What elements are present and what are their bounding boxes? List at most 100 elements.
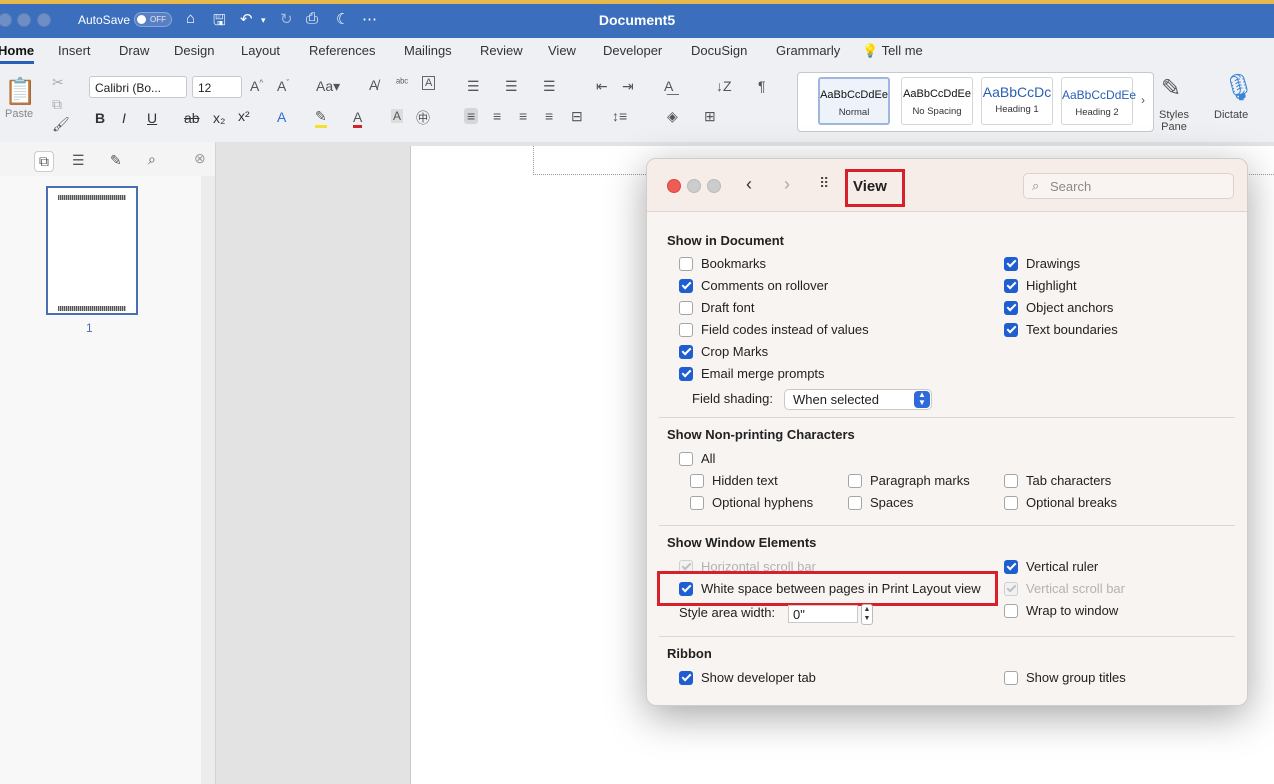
search-input[interactable]: ⌕ Search xyxy=(1023,173,1234,199)
character-shading-icon[interactable]: A xyxy=(391,109,404,123)
text-effects-icon[interactable]: A xyxy=(277,109,286,125)
subscript-icon[interactable]: x₂ xyxy=(213,110,225,126)
superscript-icon[interactable]: x² xyxy=(238,108,250,124)
forward-icon[interactable]: › xyxy=(784,174,790,195)
character-border-icon[interactable]: A xyxy=(422,76,436,90)
underline-icon[interactable]: U xyxy=(147,110,157,126)
style-heading-1[interactable]: AaBbCcDc Heading 1 xyxy=(981,77,1053,125)
decrease-indent-icon[interactable]: ⇤ xyxy=(596,78,608,95)
tab-review[interactable]: Review xyxy=(480,43,523,58)
asian-layout-icon[interactable]: A͟ xyxy=(664,78,673,94)
email-merge-prompts-checkbox[interactable]: Email merge prompts xyxy=(679,366,825,381)
font-size-select[interactable]: 12 xyxy=(192,76,242,98)
align-left-icon[interactable]: ≡ xyxy=(464,108,479,124)
style-area-width-input[interactable]: 0" xyxy=(788,605,858,623)
shrink-font-icon[interactable]: Aˇ xyxy=(277,78,289,94)
tab-insert[interactable]: Insert xyxy=(58,43,91,58)
thumbnails-icon[interactable]: ⧉ xyxy=(34,151,54,172)
tab-layout[interactable]: Layout xyxy=(241,43,280,58)
align-center-icon[interactable]: ≡ xyxy=(493,108,501,124)
font-color-icon[interactable]: A xyxy=(353,109,363,128)
tab-mailings[interactable]: Mailings xyxy=(404,43,452,58)
gallery-next-icon[interactable]: › xyxy=(1141,93,1145,107)
bold-icon[interactable]: B xyxy=(95,110,105,126)
optional-hyphens-checkbox[interactable]: Optional hyphens xyxy=(690,495,813,510)
align-right-icon[interactable]: ≡ xyxy=(519,108,527,124)
borders-icon[interactable]: ⊞ xyxy=(704,108,716,125)
shading-icon[interactable]: ◈ xyxy=(667,108,678,125)
change-case-icon[interactable]: Aa▾ xyxy=(316,78,340,95)
paragraph-marks-checkbox[interactable]: Paragraph marks xyxy=(848,473,970,488)
italic-icon[interactable]: I xyxy=(122,110,126,126)
tab-developer[interactable]: Developer xyxy=(603,43,662,58)
tab-characters-checkbox[interactable]: Tab characters xyxy=(1004,473,1111,488)
crop-marks-checkbox[interactable]: Crop Marks xyxy=(679,344,768,359)
tab-references[interactable]: References xyxy=(309,43,375,58)
style-heading-2[interactable]: AaBbCcDdEe Heading 2 xyxy=(1061,77,1136,125)
checkbox-box xyxy=(690,473,704,488)
field-shading-select[interactable]: When selected ▲ ▼ xyxy=(784,389,932,410)
sort-icon[interactable]: ↓Z xyxy=(716,78,732,94)
line-spacing-icon[interactable]: ↕≡ xyxy=(612,108,627,124)
dialog-minimize-button[interactable] xyxy=(687,179,701,193)
thumbnail-scrollbar[interactable] xyxy=(201,176,215,784)
dictate-label[interactable]: Dictate xyxy=(1214,109,1248,121)
style-no-spacing[interactable]: AaBbCcDdEe No Spacing xyxy=(901,77,973,125)
justify-icon[interactable]: ≡ xyxy=(545,108,553,124)
grow-font-icon[interactable]: A^ xyxy=(250,78,263,94)
show-formatting-marks-icon[interactable]: ¶ xyxy=(758,78,766,94)
dialog-zoom-button[interactable] xyxy=(707,179,721,193)
field-codes-checkbox[interactable]: Field codes instead of values xyxy=(679,322,869,337)
distributed-icon[interactable]: ⊟ xyxy=(571,108,583,125)
optional-breaks-checkbox[interactable]: Optional breaks xyxy=(1004,495,1117,510)
strikethrough-icon[interactable]: ab xyxy=(184,110,200,126)
comments-on-rollover-checkbox[interactable]: Comments on rollover xyxy=(679,278,828,293)
tab-docusign[interactable]: DocuSign xyxy=(691,43,747,58)
increase-indent-icon[interactable]: ⇥ xyxy=(622,78,634,95)
bookmarks-checkbox[interactable]: Bookmarks xyxy=(679,256,766,271)
vertical-ruler-checkbox[interactable]: Vertical ruler xyxy=(1004,559,1098,574)
highlight-icon[interactable]: ✎ xyxy=(315,108,327,128)
tell-me-search[interactable]: 💡 Tell me xyxy=(862,43,923,59)
tab-draw[interactable]: Draw xyxy=(119,43,149,58)
all-checkbox[interactable]: All xyxy=(679,451,715,466)
show-all-grid-icon[interactable]: ⠿ xyxy=(819,175,829,192)
copy-icon[interactable]: ⧉ xyxy=(52,96,62,113)
wrap-to-window-checkbox[interactable]: Wrap to window xyxy=(1004,603,1118,618)
styles-pane-label[interactable]: Styles Pane xyxy=(1157,109,1191,133)
numbering-icon[interactable]: ☰ xyxy=(505,78,518,95)
object-anchors-checkbox[interactable]: Object anchors xyxy=(1004,300,1113,315)
phonetic-guide-icon[interactable]: ᵃᵇᶜ xyxy=(396,77,408,89)
multilevel-list-icon[interactable]: ☰ xyxy=(543,78,556,95)
enclose-characters-icon[interactable]: ㊥ xyxy=(416,108,430,128)
back-icon[interactable]: ‹ xyxy=(746,174,752,195)
revisions-icon[interactable]: ✎ xyxy=(110,152,122,169)
show-developer-tab-checkbox[interactable]: Show developer tab xyxy=(679,670,816,685)
draft-font-checkbox[interactable]: Draft font xyxy=(679,300,754,315)
tab-view[interactable]: View xyxy=(548,43,576,58)
bullets-icon[interactable]: ☰ xyxy=(467,78,480,95)
font-name-select[interactable]: Calibri (Bo... xyxy=(89,76,187,98)
show-group-titles-checkbox[interactable]: Show group titles xyxy=(1004,670,1126,685)
tab-grammarly[interactable]: Grammarly xyxy=(776,43,840,58)
page-thumbnail[interactable] xyxy=(46,186,138,315)
clipboard-icon[interactable]: 📋 xyxy=(4,76,36,107)
microphone-icon[interactable]: 🎙 xyxy=(1222,72,1255,103)
drawings-checkbox[interactable]: Drawings xyxy=(1004,256,1080,271)
style-area-width-stepper[interactable]: ▲ ▼ xyxy=(861,604,873,625)
outline-icon[interactable]: ☰ xyxy=(72,152,85,169)
text-boundaries-checkbox[interactable]: Text boundaries xyxy=(1004,322,1118,337)
close-pane-icon[interactable]: ⊗ xyxy=(194,150,206,167)
tab-home[interactable]: Home xyxy=(0,43,35,64)
dialog-close-button[interactable] xyxy=(667,179,681,193)
spaces-checkbox[interactable]: Spaces xyxy=(848,495,913,510)
style-normal[interactable]: AaBbCcDdEe Normal xyxy=(818,77,890,125)
search-icon[interactable]: ⌕ xyxy=(148,151,156,168)
tab-design[interactable]: Design xyxy=(174,43,214,58)
cut-icon[interactable]: ✂ xyxy=(52,74,64,91)
format-painter-icon[interactable]: 🖌 xyxy=(52,116,70,133)
clear-formatting-icon[interactable]: A̸ xyxy=(369,77,378,93)
highlight-checkbox[interactable]: Highlight xyxy=(1004,278,1077,293)
styles-pane-icon[interactable]: ✎ xyxy=(1161,74,1181,103)
hidden-text-checkbox[interactable]: Hidden text xyxy=(690,473,778,488)
